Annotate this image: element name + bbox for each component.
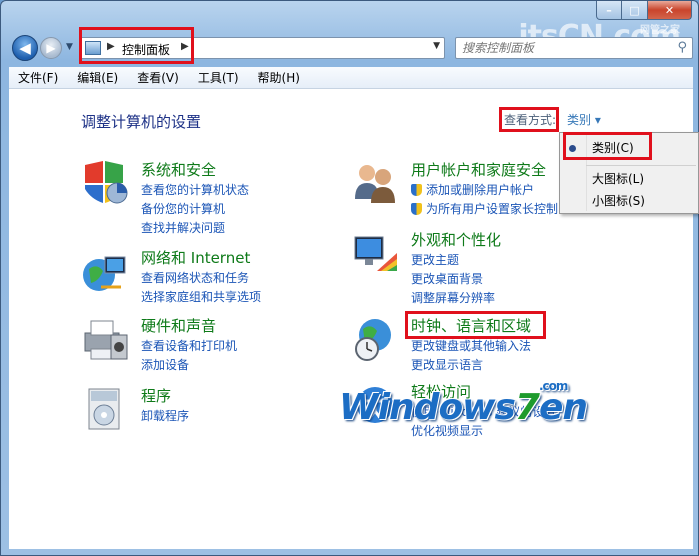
navigation-bar: ◀ ▶ ▼ ▶ 控制面板 ▶ ▼ ⇆ ⚲ [9,31,693,65]
menu-help[interactable]: 帮助(H) [249,69,310,86]
menu-bar: 文件(F) 编辑(E) 查看(V) 工具(T) 帮助(H) [9,67,693,89]
control-panel-icon [85,41,101,55]
link-parental-controls[interactable]: 为所有用户设置家长控制 [411,200,558,219]
search-input[interactable] [456,38,656,58]
link-homegroup-sharing[interactable]: 选择家庭组和共享选项 [141,288,261,307]
shield-icon [85,161,128,204]
users-icon [355,165,395,203]
menu-gutter-divider [586,135,587,211]
link-change-display-language[interactable]: 更改显示语言 [411,356,531,375]
view-by-menu: 类别(C) 大图标(L) 小图标(S) [559,132,699,214]
link-add-device[interactable]: 添加设备 [141,356,237,375]
clock-globe-icon [355,319,391,361]
globe-network-icon [83,256,126,291]
user-accounts-title[interactable]: 用户帐户和家庭安全 [411,159,546,180]
window-controls: – □ ✕ [596,1,692,21]
address-dropdown-icon[interactable]: ▼ [433,41,440,51]
address-bar[interactable]: ▶ 控制面板 ▶ ▼ [79,37,445,59]
page-title: 调整计算机的设置 [81,113,202,131]
hardware-sound-title[interactable]: 硬件和声音 [141,315,216,336]
history-dropdown-icon[interactable]: ▼ [66,42,73,52]
link-screen-resolution[interactable]: 调整屏幕分辨率 [411,289,495,308]
link-network-status[interactable]: 查看网络状态和任务 [141,269,261,288]
link-add-remove-accounts[interactable]: 添加或删除用户帐户 [411,181,558,200]
appearance-icon [354,236,397,271]
search-icon[interactable]: ⚲ [677,40,687,55]
maximize-button[interactable]: □ [622,1,648,20]
minimize-button[interactable]: – [596,1,622,20]
link-change-background[interactable]: 更改桌面背景 [411,270,495,289]
arrow-right-icon: ▶ [46,41,56,55]
clock-language-title[interactable]: 时钟、语言和区域 [411,315,531,336]
link-backup-computer[interactable]: 备份您的计算机 [141,200,249,219]
link-uninstall-program[interactable]: 卸载程序 [141,407,189,426]
programs-title[interactable]: 程序 [141,385,171,406]
arrow-left-icon: ◀ [19,39,31,57]
view-by-dropdown[interactable]: 类别 ▾ [567,111,601,128]
view-by-label: 查看方式: [504,113,557,127]
network-internet-title[interactable]: 网络和 Internet [141,247,250,268]
link-change-theme[interactable]: 更改主题 [411,251,495,270]
menu-tools[interactable]: 工具(T) [189,69,249,86]
printer-icon [84,320,128,360]
back-button[interactable]: ◀ [12,35,38,61]
menu-item-large-icons[interactable]: 大图标(L) [592,170,644,187]
link-devices-printers[interactable]: 查看设备和打印机 [141,337,237,356]
menu-divider [586,165,696,166]
appearance-title[interactable]: 外观和个性化 [411,229,501,250]
link-change-input-method[interactable]: 更改键盘或其他输入法 [411,337,531,356]
radio-selected-icon [569,145,576,152]
system-security-title[interactable]: 系统和安全 [141,159,216,180]
programs-icon [88,388,120,430]
window-frame: itsCN.com 网管之家 – □ ✕ ◀ ▶ ▼ ▶ 控制面板 ▶ ▼ ⇆ … [0,0,699,556]
link-troubleshoot[interactable]: 查找并解决问题 [141,219,249,238]
breadcrumb-separator-icon[interactable]: ▶ [181,41,189,52]
forward-button[interactable]: ▶ [40,37,62,59]
menu-file[interactable]: 文件(F) [9,69,68,86]
close-button[interactable]: ✕ [648,1,692,20]
menu-item-category[interactable]: 类别(C) [592,139,634,156]
windows7en-watermark: Windows7en .com [339,379,588,428]
breadcrumb-control-panel[interactable]: 控制面板 [122,41,170,58]
menu-item-small-icons[interactable]: 小图标(S) [592,192,645,209]
breadcrumb-separator-icon[interactable]: ▶ [107,41,115,52]
menu-edit[interactable]: 编辑(E) [68,69,128,86]
link-view-computer-status[interactable]: 查看您的计算机状态 [141,181,249,200]
menu-view[interactable]: 查看(V) [128,69,189,86]
search-box[interactable]: ⚲ [455,37,693,59]
